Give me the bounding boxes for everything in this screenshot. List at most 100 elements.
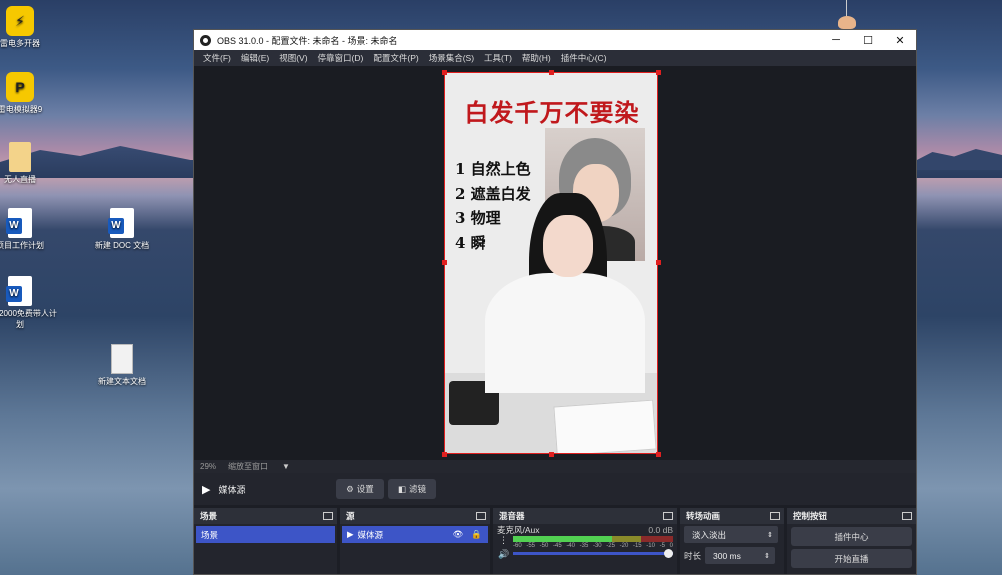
- start-streaming-label: 开始直播: [834, 553, 869, 564]
- start-streaming-button[interactable]: 开始直播: [791, 549, 912, 568]
- filters-button[interactable]: ◧ 滤镜: [388, 479, 436, 499]
- desktop-icon-label: 项目工作计划: [0, 241, 44, 250]
- desktop-pet-string: [846, 0, 847, 17]
- resize-handle[interactable]: [549, 70, 554, 75]
- obs-window: OBS 31.0.0 - 配置文件: 未命名 - 场景: 未命名 ─ ☐ ✕ 文…: [193, 29, 917, 575]
- resize-handle[interactable]: [442, 452, 447, 457]
- settings-label: 设置: [356, 484, 374, 494]
- scenes-dock-title: 场景: [200, 511, 218, 521]
- menu-help[interactable]: 帮助(H): [522, 52, 551, 64]
- plugin-center-label: 插件中心: [834, 531, 869, 542]
- source-item-label: 媒体源: [357, 529, 384, 540]
- filter-icon: ◧: [397, 483, 406, 494]
- speaker-icon[interactable]: 🔊: [498, 549, 509, 560]
- poster-item: 1 自然上色: [455, 160, 531, 178]
- word-doc-icon: [108, 208, 134, 238]
- preview-area[interactable]: 白发千万不要染 1 自然上色 2 遮盖白发 3 物理 4 瞬: [194, 66, 916, 460]
- volume-meter-ticks: -60 -55 -50 -45 -40 -35 -30 -25 -20 -15 -10 -5 0: [513, 543, 673, 549]
- resize-handle[interactable]: [656, 260, 661, 265]
- meter-tick-label: -50: [539, 543, 549, 549]
- menu-view[interactable]: 视图(V): [279, 52, 307, 64]
- volume-slider-knob[interactable]: [664, 549, 673, 558]
- play-icon[interactable]: ▶: [202, 483, 210, 496]
- meter-tick-label: -5: [659, 543, 665, 549]
- desktop-pet-cat-icon[interactable]: [838, 16, 856, 29]
- undock-icon[interactable]: [476, 512, 486, 520]
- text-doc-icon: [111, 344, 133, 374]
- word-doc-icon: [6, 208, 32, 238]
- volume-meter-level: [513, 536, 613, 542]
- maximize-button[interactable]: ☐: [852, 34, 884, 47]
- gear-icon: ⚙: [346, 483, 354, 494]
- desktop-icon-ldmultiplayer[interactable]: ⚡ 雷电多开器: [0, 6, 60, 49]
- more-options-icon[interactable]: ⋮: [499, 535, 508, 546]
- menu-file[interactable]: 文件(F): [203, 52, 231, 64]
- desktop-icon-word-doc[interactable]: 项目工作计划: [0, 208, 60, 251]
- desktop-icon-text-doc[interactable]: 新建文本文档: [82, 344, 162, 387]
- menu-tools[interactable]: 工具(T): [484, 52, 512, 64]
- source-item[interactable]: ▶ 媒体源 👁 🔒: [342, 526, 488, 543]
- mixer-channel-row: 麦克风/Aux 0.0 dB: [493, 524, 677, 536]
- desktop-icon-label: 雷电多开器: [0, 39, 40, 48]
- close-button[interactable]: ✕: [884, 34, 916, 47]
- chevron-down-icon[interactable]: ▼: [282, 462, 290, 471]
- transition-duration-row: 时长 300 ms ⇕: [680, 545, 784, 566]
- undock-icon[interactable]: [902, 512, 912, 520]
- desktop-icon-folder[interactable]: 无人直播: [0, 142, 60, 185]
- spin-icon[interactable]: ⇕: [764, 552, 770, 560]
- filters-label: 滤镜: [409, 484, 427, 494]
- sources-dock: 源 ▶ 媒体源 👁 🔒: [340, 508, 490, 574]
- menu-docks[interactable]: 停靠窗口(D): [318, 52, 364, 64]
- desktop-icon-word-doc-2[interactable]: 日赚2000免费带人计划: [0, 276, 60, 330]
- undock-icon[interactable]: [770, 512, 780, 520]
- media-source-preview[interactable]: 白发千万不要染 1 自然上色 2 遮盖白发 3 物理 4 瞬: [444, 72, 658, 454]
- minimize-button[interactable]: ─: [820, 34, 852, 47]
- meter-tick-label: -15: [632, 543, 642, 549]
- title-bar[interactable]: OBS 31.0.0 - 配置文件: 未命名 - 场景: 未命名 ─ ☐ ✕: [194, 30, 916, 50]
- menu-plugin-center[interactable]: 插件中心(C): [561, 52, 607, 64]
- undock-icon[interactable]: [323, 512, 333, 520]
- menu-edit[interactable]: 编辑(E): [241, 52, 269, 64]
- transition-type-select[interactable]: 淡入淡出 ⇕: [684, 526, 778, 543]
- meter-tick-label: -20: [619, 543, 629, 549]
- duration-input[interactable]: 300 ms ⇕: [705, 547, 776, 564]
- menu-scene-collection[interactable]: 场景集合(S): [429, 52, 474, 64]
- lock-icon[interactable]: 🔒: [471, 529, 482, 540]
- folder-icon: [9, 142, 31, 172]
- desktop-icon-label: 新建 DOC 文档: [94, 241, 150, 250]
- scenes-dock-header: 场景: [194, 508, 337, 524]
- ldplayer-icon: P: [6, 72, 34, 102]
- resize-handle[interactable]: [656, 452, 661, 457]
- mixer-dock-title: 混音器: [499, 511, 525, 521]
- settings-button[interactable]: ⚙ 设置: [336, 479, 384, 499]
- meter-tick-label: -40: [566, 543, 575, 549]
- resize-handle[interactable]: [442, 260, 447, 265]
- undock-icon[interactable]: [663, 512, 673, 520]
- meter-tick-label: -55: [526, 543, 535, 549]
- meter-tick-label: -45: [552, 543, 562, 549]
- menu-bar: 文件(F) 编辑(E) 视图(V) 停靠窗口(D) 配置文件(P) 场景集合(S…: [194, 50, 916, 66]
- source-toolbar: ▶ 媒体源 ⚙ 设置 ◧ 滤镜: [194, 473, 916, 505]
- resize-handle[interactable]: [549, 452, 554, 457]
- video-papers: [553, 399, 657, 453]
- video-presenter: [485, 193, 645, 393]
- desktop-wallpaper-mountains-right: [915, 149, 1002, 170]
- obs-logo-icon: [200, 34, 211, 46]
- desktop-icon-new-doc[interactable]: 新建 DOC 文档: [82, 208, 162, 251]
- menu-profile[interactable]: 配置文件(P): [373, 52, 418, 64]
- window-title: OBS 31.0.0 - 配置文件: 未命名 - 场景: 未命名: [217, 35, 398, 46]
- transitions-dock: 转场动画 淡入淡出 ⇕ 时长 300 ms ⇕: [680, 508, 784, 574]
- volume-slider[interactable]: [513, 549, 673, 558]
- plugin-center-button[interactable]: 插件中心: [791, 527, 912, 546]
- zoom-level: 29%: [200, 462, 217, 471]
- eye-icon[interactable]: 👁: [453, 529, 464, 540]
- zoom-mode-select[interactable]: 缩放至窗口: [228, 461, 268, 472]
- mixer-dock: 混音器 麦克风/Aux 0.0 dB ⋮ -60 -55 -50 -45 -40 -35-…: [493, 508, 677, 574]
- desktop-icon-ldplayer[interactable]: P 雷电模拟器9: [0, 72, 60, 115]
- chevron-updown-icon: ⇕: [767, 531, 773, 539]
- transition-type-value: 淡入淡出: [692, 529, 727, 540]
- resize-handle[interactable]: [442, 70, 447, 75]
- controls-dock-title: 控制按钮: [793, 511, 828, 521]
- resize-handle[interactable]: [656, 70, 661, 75]
- scene-item[interactable]: 场景: [196, 526, 335, 543]
